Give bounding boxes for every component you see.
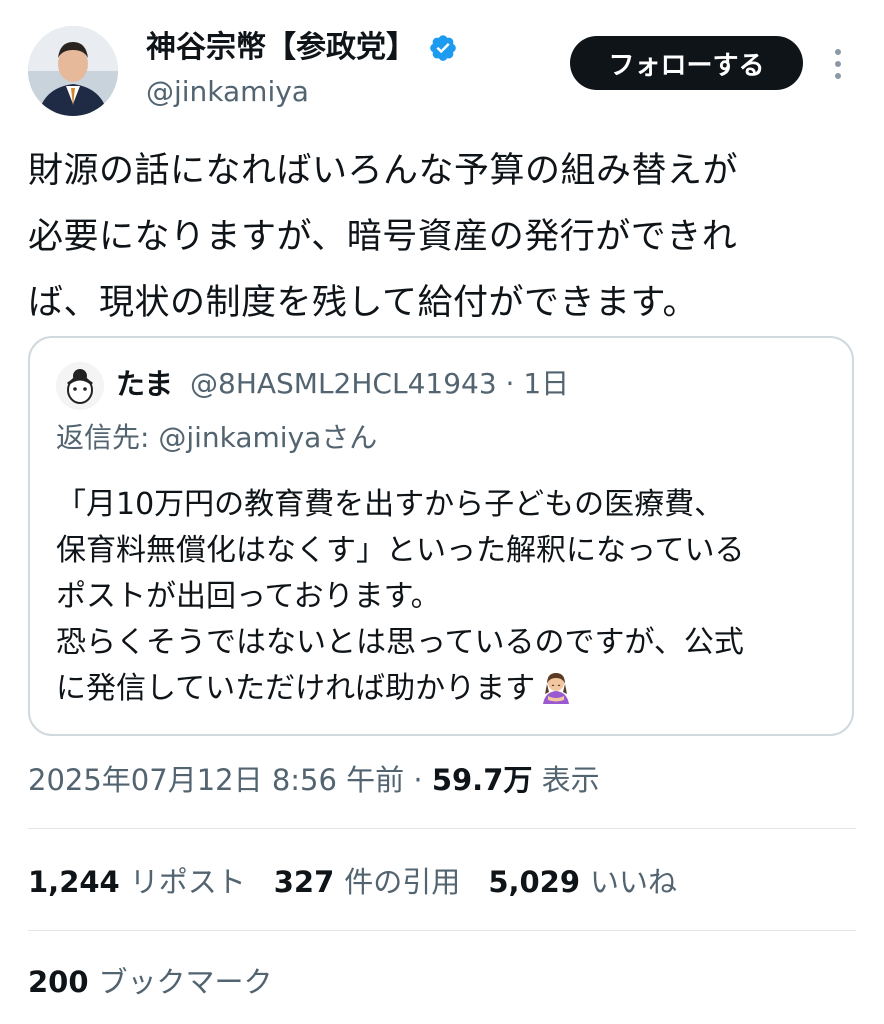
views-label: 表示	[541, 763, 600, 797]
person-bowing-emoji-icon	[543, 673, 570, 704]
author-name-row[interactable]: 神谷宗幣【参政党】	[146, 28, 458, 68]
divider	[28, 930, 856, 931]
quoted-tweet-card[interactable]: たま @8HASML2HCL41943 · 1日 返信先: @jinkamiya…	[28, 336, 854, 736]
likes-label: いいね	[590, 865, 678, 899]
reply-to-label: 返信先: @jinkamiyaさん	[56, 421, 378, 454]
quoted-line: 「月10万円の教育費を出すから子どもの医療費、	[56, 487, 725, 522]
bookmarks-stat[interactable]: 200 ブックマーク	[28, 962, 273, 1002]
likes-stat[interactable]: 5,029 いいね	[488, 862, 677, 902]
bookmarks-count: 200	[28, 965, 89, 999]
engagement-stats: 1,244 リポスト 327 件の引用 5,029 いいね	[28, 862, 677, 902]
quoted-author-avatar[interactable]	[56, 362, 104, 410]
tweet-text: 財源の話になればいろんな予算の組み替えが 必要になりますが、暗号資産の発行ができ…	[28, 138, 868, 336]
verified-badge-icon	[430, 35, 456, 61]
likes-count: 5,029	[488, 865, 581, 899]
quoted-line: ポストが出回っております。	[56, 579, 441, 614]
tweet-line: 必要になりますが、暗号資産の発行ができれ	[28, 217, 738, 257]
bookmarks-label: ブックマーク	[98, 965, 273, 999]
reposts-stat[interactable]: 1,244 リポスト	[28, 862, 246, 902]
quoted-author-handle-time[interactable]: @8HASML2HCL41943 · 1日	[190, 364, 569, 404]
author-name[interactable]: 神谷宗幣【参政党】	[146, 28, 416, 68]
quotes-stat[interactable]: 327 件の引用	[274, 862, 461, 902]
views-count: 59.7万	[431, 763, 533, 797]
reposts-label: リポスト	[129, 865, 246, 899]
tweet-datetime[interactable]: 2025年07月12日 8:56 午前 ·	[28, 763, 432, 797]
author-handle[interactable]: @jinkamiya	[146, 74, 309, 110]
author-avatar[interactable]	[28, 26, 118, 116]
more-options-icon[interactable]	[826, 44, 850, 84]
quoted-line: 保育料無償化はなくす」といった解釈になっている	[56, 533, 745, 568]
reposts-count: 1,244	[28, 865, 120, 899]
quoted-line-last: に発信していただければ助かります	[56, 666, 836, 712]
quoted-line: 恐らくそうではないとは思っているのですが、公式	[56, 625, 744, 660]
tweet-meta: 2025年07月12日 8:56 午前 · 59.7万 表示	[28, 760, 600, 800]
tweet-line: ば、現状の制度を残して給付ができます。	[28, 283, 698, 323]
quoted-author-name[interactable]: たま	[116, 364, 173, 404]
quoted-line-text: に発信していただければ助かります	[56, 671, 536, 706]
divider	[28, 828, 856, 829]
follow-button[interactable]: フォローする	[570, 36, 803, 90]
tweet-line: 財源の話になればいろんな予算の組み替えが	[28, 151, 739, 191]
quoted-tweet-text: 「月10万円の教育費を出すから子どもの医療費、 保育料無償化はなくす」といった解…	[56, 482, 836, 712]
quotes-count: 327	[273, 865, 335, 899]
quotes-label: 件の引用	[344, 865, 461, 899]
